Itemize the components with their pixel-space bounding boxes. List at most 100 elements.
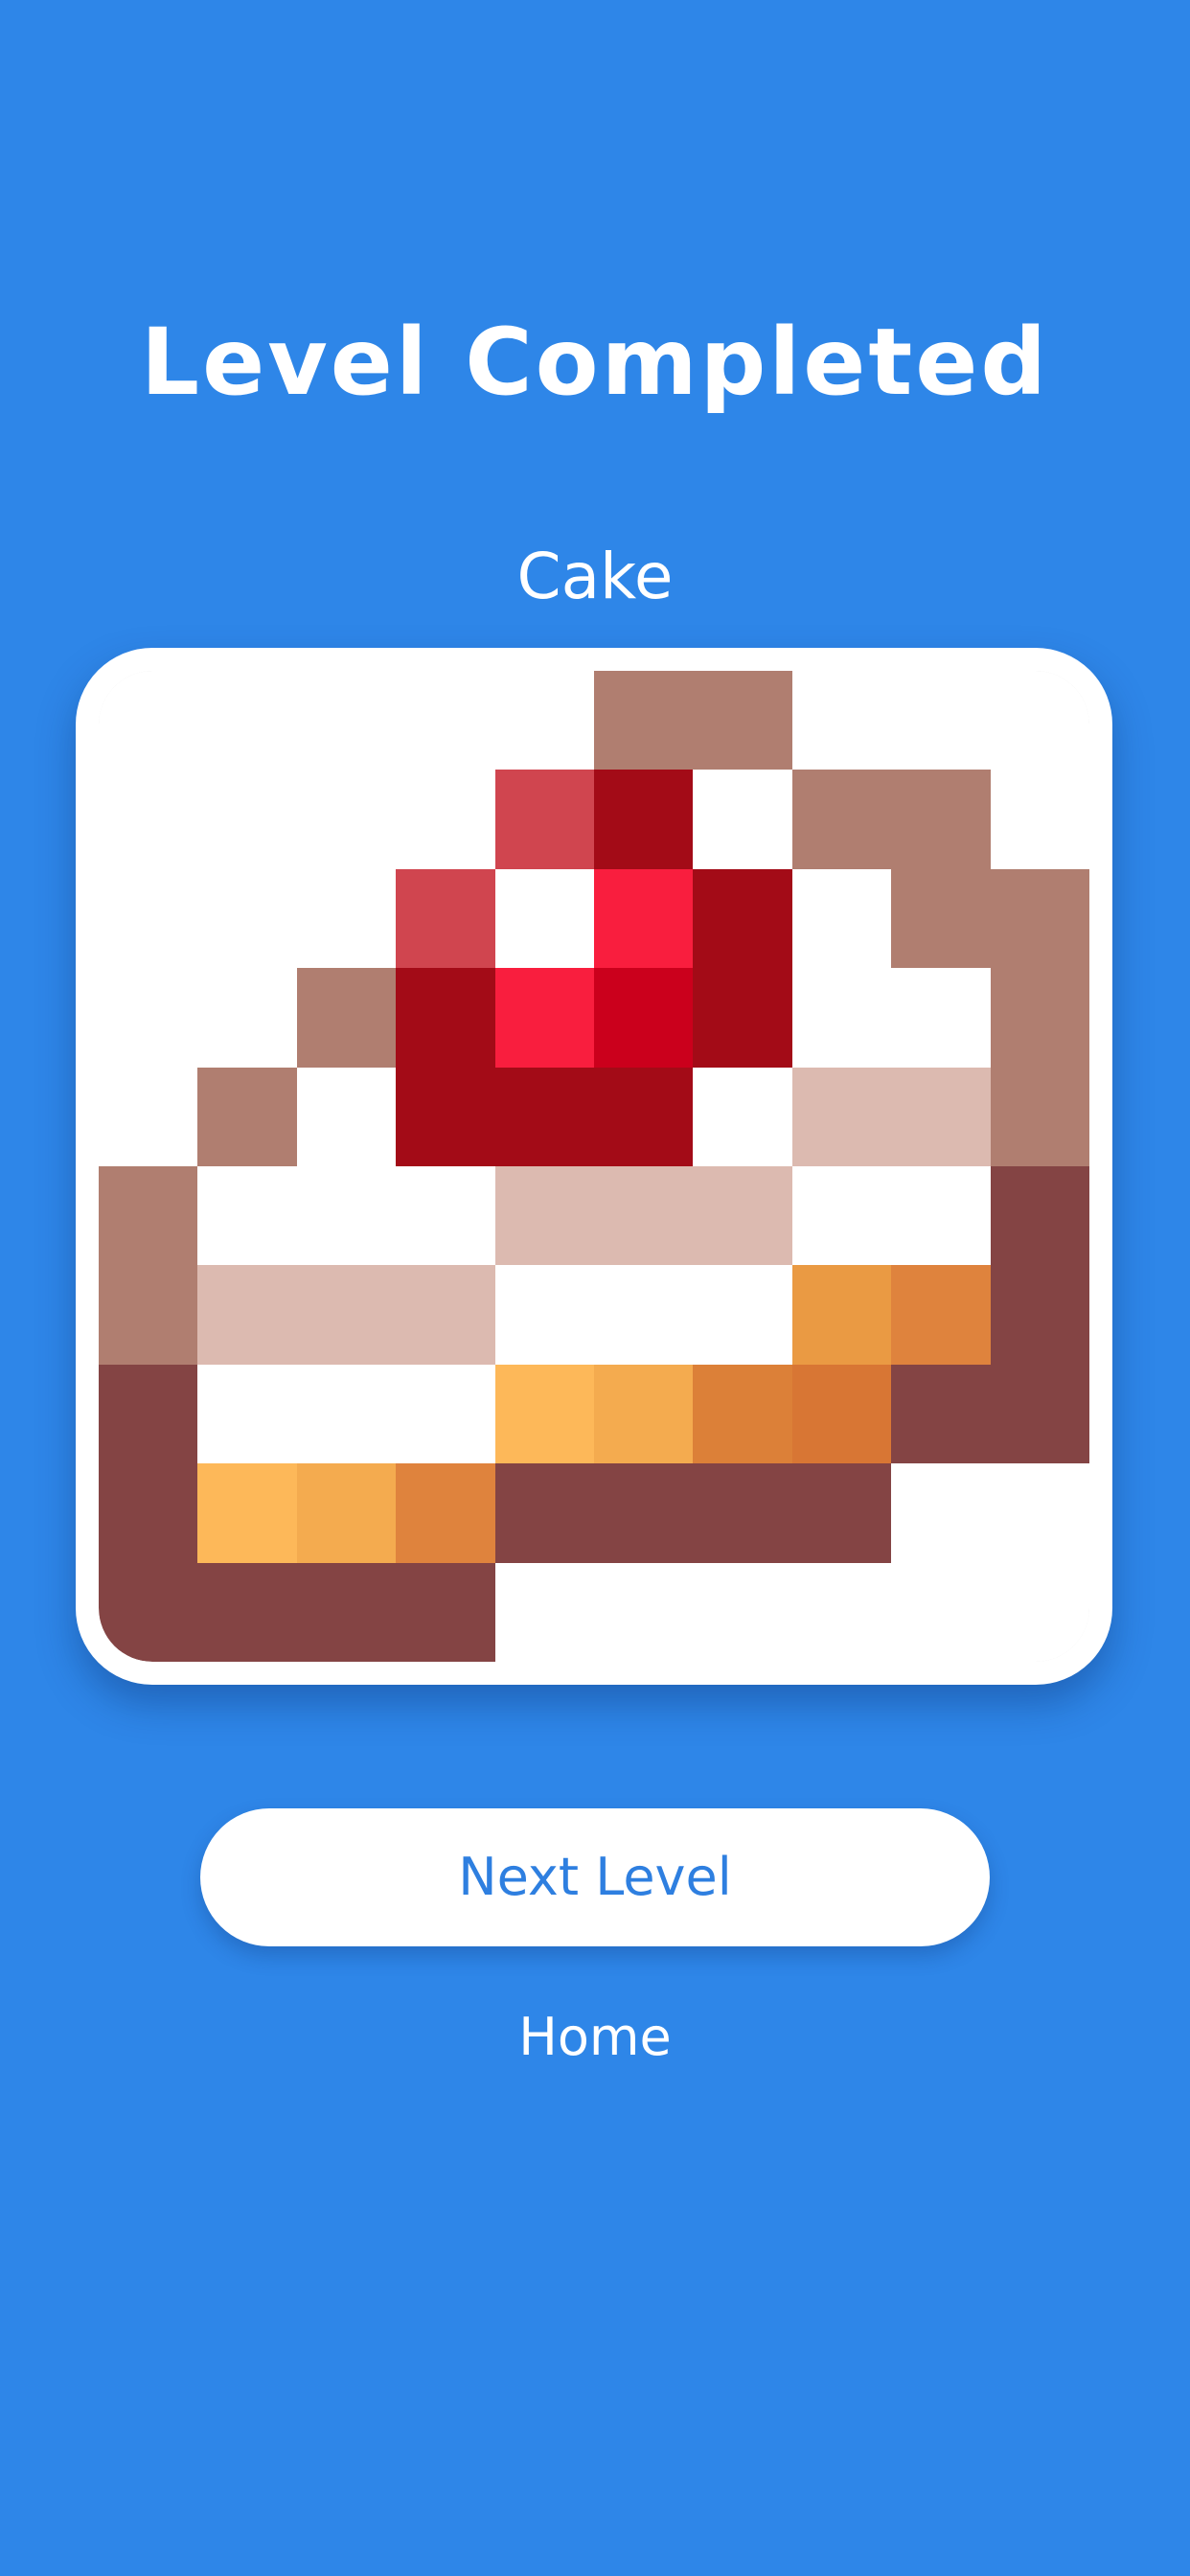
pixel-cell <box>197 770 297 869</box>
pixel-cell <box>990 770 1089 869</box>
pixel-cell <box>791 1562 892 1662</box>
pixel-cell <box>594 1067 694 1166</box>
pixel-cell <box>396 1364 495 1464</box>
pixel-cell <box>693 968 792 1068</box>
pixel-cell <box>891 1562 991 1662</box>
pixel-cell <box>693 1265 792 1365</box>
artwork-frame <box>76 648 1112 1685</box>
pixel-cell <box>99 1067 198 1166</box>
pixel-cell <box>693 1067 792 1166</box>
pixel-cell <box>594 868 694 969</box>
pixel-cell <box>296 1364 397 1464</box>
pixel-cell <box>396 1265 495 1365</box>
pixel-cell <box>693 770 792 869</box>
next-level-button[interactable]: Next Level <box>200 1808 990 1946</box>
home-button[interactable]: Home <box>0 2003 1190 2072</box>
pixel-cell <box>891 1067 991 1166</box>
pixel-cell <box>99 1364 198 1464</box>
pixel-cell <box>99 1463 198 1563</box>
pixel-cell <box>296 968 397 1068</box>
pixel-cell <box>990 1067 1089 1166</box>
pixel-cell <box>99 671 198 770</box>
pixel-cell <box>296 671 397 770</box>
pixel-cell <box>693 1166 792 1266</box>
pixel-cell <box>396 1463 495 1563</box>
pixel-cell <box>990 1364 1089 1464</box>
pixel-cell <box>396 1562 495 1662</box>
pixel-cell <box>296 1067 397 1166</box>
pixel-cell <box>891 968 991 1068</box>
pixel-cell <box>594 1463 694 1563</box>
pixel-cell <box>494 968 594 1068</box>
pixel-cell <box>396 671 495 770</box>
pixel-cell <box>197 1166 297 1266</box>
pixel-cell <box>791 1463 892 1563</box>
pixel-cell <box>494 1463 594 1563</box>
pixel-cell <box>990 1562 1089 1662</box>
pixel-cell <box>296 770 397 869</box>
pixel-cell <box>891 1166 991 1266</box>
pixel-cell <box>891 868 991 969</box>
pixel-cell <box>990 671 1089 770</box>
pixel-cell <box>891 1463 991 1563</box>
pixel-cell <box>791 968 892 1068</box>
pixel-cell <box>891 1364 991 1464</box>
pixel-cell <box>990 968 1089 1068</box>
pixel-cell <box>99 1265 198 1365</box>
level-completed-title: Level Completed <box>140 309 1050 416</box>
pixel-cell <box>693 1463 792 1563</box>
pixel-cell <box>594 1166 694 1266</box>
pixel-cell <box>197 671 297 770</box>
pixel-cell <box>990 1166 1089 1266</box>
pixel-cell <box>396 770 495 869</box>
pixel-cell <box>296 1166 397 1266</box>
pixel-cell <box>296 1265 397 1365</box>
pixel-cell <box>99 968 198 1068</box>
pixel-cell <box>396 1067 495 1166</box>
pixel-cell <box>594 671 694 770</box>
pixel-cell <box>197 868 297 969</box>
pixel-cell <box>494 671 594 770</box>
pixel-cell <box>197 1364 297 1464</box>
pixel-cell <box>693 1364 792 1464</box>
pixel-cell <box>197 1463 297 1563</box>
pixel-art-grid <box>99 671 1089 1662</box>
pixel-cell <box>791 1067 892 1166</box>
pixel-cell <box>197 1067 297 1166</box>
pixel-cell <box>99 1166 198 1266</box>
pixel-cell <box>891 770 991 869</box>
level-name: Cake <box>516 540 674 613</box>
pixel-cell <box>494 1562 594 1662</box>
pixel-cell <box>296 868 397 969</box>
pixel-cell <box>594 770 694 869</box>
pixel-cell <box>891 671 991 770</box>
pixel-cell <box>396 968 495 1068</box>
pixel-cell <box>693 671 792 770</box>
pixel-cell <box>594 968 694 1068</box>
pixel-cell <box>891 1265 991 1365</box>
pixel-cell <box>791 770 892 869</box>
pixel-cell <box>396 1166 495 1266</box>
pixel-cell <box>99 770 198 869</box>
pixel-cell <box>494 1364 594 1464</box>
pixel-cell <box>296 1463 397 1563</box>
pixel-cell <box>99 1562 198 1662</box>
pixel-cell <box>396 868 495 969</box>
pixel-cell <box>791 1265 892 1365</box>
pixel-cell <box>494 1166 594 1266</box>
pixel-cell <box>296 1562 397 1662</box>
pixel-cell <box>990 1265 1089 1365</box>
pixel-cell <box>791 671 892 770</box>
pixel-cell <box>494 868 594 969</box>
pixel-cell <box>693 1562 792 1662</box>
pixel-cell <box>791 1166 892 1266</box>
pixel-cell <box>990 868 1089 969</box>
pixel-cell <box>197 1265 297 1365</box>
pixel-cell <box>494 1265 594 1365</box>
pixel-cell <box>791 868 892 969</box>
pixel-cell <box>990 1463 1089 1563</box>
pixel-cell <box>197 1562 297 1662</box>
pixel-cell <box>594 1562 694 1662</box>
pixel-cell <box>494 1067 594 1166</box>
pixel-cell <box>99 868 198 969</box>
